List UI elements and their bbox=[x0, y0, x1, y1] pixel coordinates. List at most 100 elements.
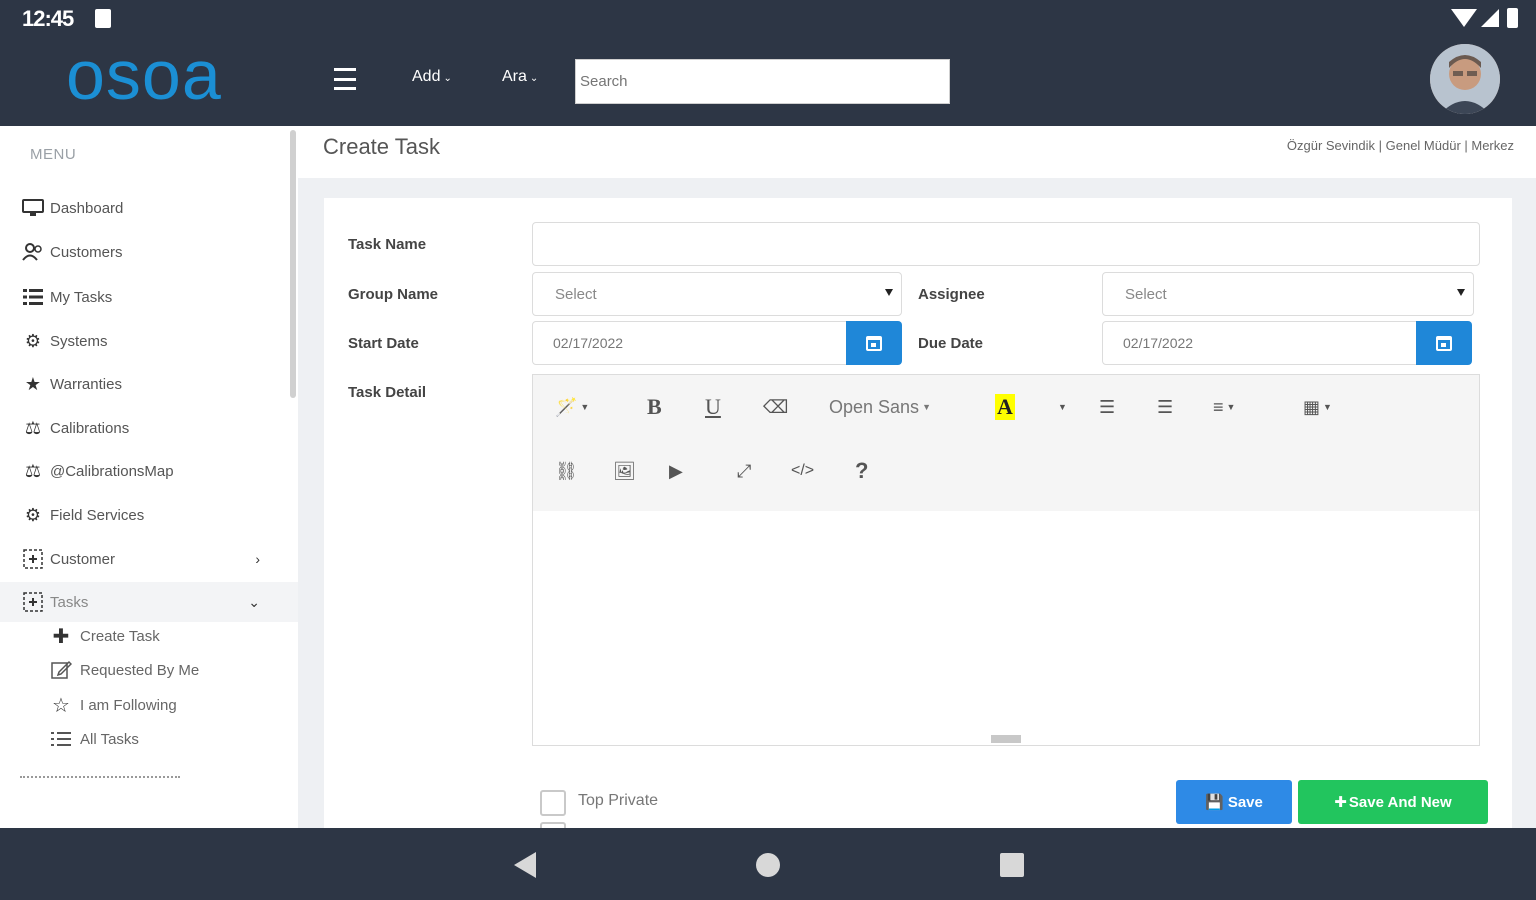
image-icon: 🖼 bbox=[613, 460, 636, 481]
sidebar-item-calibrations[interactable]: ⚖ Calibrations bbox=[0, 408, 298, 448]
due-date-input[interactable]: 02/17/2022 bbox=[1102, 321, 1418, 365]
user-avatar[interactable] bbox=[1430, 44, 1500, 114]
sidebar-item-systems[interactable]: ⚙ Systems bbox=[0, 321, 298, 361]
magic-wand-icon: 🪄 bbox=[555, 396, 578, 417]
sidebar-item-calibrations-map[interactable]: ⚖ @CalibrationsMap bbox=[0, 451, 298, 491]
eraser-icon: ⌫ bbox=[763, 396, 789, 417]
task-form-card: Task Name Group Name Select Assignee Sel… bbox=[324, 198, 1512, 828]
group-name-value: Select bbox=[555, 285, 597, 303]
user-info: Özgür Sevindik | Genel Müdür | Merkez bbox=[1286, 138, 1514, 153]
list-icon bbox=[48, 729, 74, 749]
plus-box-icon bbox=[20, 591, 46, 613]
page-title: Create Task bbox=[323, 134, 440, 159]
sidebar-subitem-following[interactable]: ☆ I am Following bbox=[48, 689, 177, 721]
sidebar-item-customer[interactable]: Customer › bbox=[0, 539, 298, 579]
align-left-icon: ≡ bbox=[1213, 396, 1224, 417]
numbered-list-icon: ☰ bbox=[1157, 396, 1174, 417]
text-color-button[interactable]: A bbox=[995, 391, 1015, 423]
top-private-checkbox[interactable] bbox=[540, 790, 566, 816]
app-logo[interactable]: osoa bbox=[66, 40, 222, 110]
scale-icon: ⚖ bbox=[24, 460, 42, 481]
code-view-button[interactable]: </> bbox=[791, 455, 814, 487]
start-date-calendar-button[interactable] bbox=[846, 321, 902, 365]
color-dropdown-button[interactable]: ▼ bbox=[1055, 391, 1067, 423]
sidebar-subitem-create-task[interactable]: ✚ Create Task bbox=[48, 620, 160, 652]
edit-icon bbox=[48, 659, 74, 681]
list-icon bbox=[20, 286, 46, 308]
bold-icon: B bbox=[647, 394, 662, 419]
sidebar-item-field-services[interactable]: ⚙ Field Services bbox=[0, 495, 298, 535]
sidebar-subitem-label: I am Following bbox=[80, 696, 177, 714]
image-button[interactable]: 🖼 bbox=[613, 455, 636, 487]
sidebar-item-warranties[interactable]: ★ Warranties bbox=[0, 364, 298, 404]
help-button[interactable]: ? bbox=[855, 455, 868, 487]
paragraph-align-dropdown[interactable]: ≡ ▼ bbox=[1213, 391, 1235, 423]
save-button[interactable]: 💾 Save bbox=[1176, 780, 1292, 824]
font-family-value: Open Sans bbox=[829, 396, 920, 417]
chevron-right-icon: › bbox=[255, 551, 260, 567]
code-icon: </> bbox=[791, 462, 815, 479]
caret-down-icon bbox=[1457, 289, 1465, 296]
plus-icon: ✚ bbox=[1334, 794, 1347, 811]
sidebar-subitem-label: Create Task bbox=[80, 627, 160, 645]
ara-dropdown[interactable]: Ara ⌄ bbox=[502, 68, 538, 86]
group-name-select[interactable]: Select bbox=[532, 272, 902, 316]
underline-button[interactable]: U bbox=[705, 391, 721, 423]
calendar-icon bbox=[1436, 335, 1452, 351]
sidebar-scrollbar[interactable] bbox=[290, 130, 296, 398]
sidebar-item-tasks[interactable]: Tasks ⌄ bbox=[0, 582, 298, 622]
text-color-icon: A bbox=[995, 394, 1015, 420]
video-button[interactable]: ▶ bbox=[669, 455, 683, 487]
android-nav-bar bbox=[0, 828, 1536, 900]
link-icon: ⛓ bbox=[555, 460, 578, 481]
sidebar-item-partial bbox=[20, 776, 180, 780]
font-family-dropdown[interactable]: Open Sans ▼ bbox=[829, 391, 931, 423]
sidebar-item-label: Customer bbox=[50, 550, 116, 568]
page-header: Create Task Özgür Sevindik | Genel Müdür… bbox=[298, 126, 1536, 178]
ara-dropdown-label: Ara bbox=[502, 68, 527, 85]
start-date-input[interactable]: 02/17/2022 bbox=[532, 321, 848, 365]
sidebar-item-dashboard[interactable]: Dashboard bbox=[0, 188, 298, 228]
assignee-value: Select bbox=[1125, 285, 1167, 303]
calendar-icon bbox=[866, 335, 882, 351]
assignee-select[interactable]: Select bbox=[1102, 272, 1474, 316]
top-bar: 12:45 osoa Add ⌄ Ara ⌄ bbox=[0, 0, 1536, 126]
sidebar-item-customers[interactable]: Customers bbox=[0, 232, 298, 272]
scale-icon: ⚖ bbox=[24, 417, 42, 438]
plus-box-icon bbox=[20, 548, 46, 570]
gear-icon: ⚙ bbox=[24, 330, 42, 351]
sidebar-subitem-all-tasks[interactable]: All Tasks bbox=[48, 723, 139, 755]
editor-content-area[interactable] bbox=[533, 511, 1479, 733]
clear-format-button[interactable]: ⌫ bbox=[763, 391, 788, 423]
back-icon[interactable] bbox=[514, 852, 536, 878]
editor-resize-handle[interactable] bbox=[991, 735, 1021, 743]
fullscreen-button[interactable]: ⤢ bbox=[737, 455, 751, 487]
due-date-calendar-button[interactable] bbox=[1416, 321, 1472, 365]
caret-down-icon bbox=[885, 289, 893, 296]
star-outline-icon: ☆ bbox=[52, 694, 70, 717]
sidebar-subitem-label: All Tasks bbox=[80, 730, 139, 748]
sidebar-item-my-tasks[interactable]: My Tasks bbox=[0, 277, 298, 317]
underline-icon: U bbox=[705, 394, 721, 419]
add-dropdown[interactable]: Add ⌄ bbox=[412, 68, 452, 86]
status-icons bbox=[1451, 8, 1518, 28]
recent-apps-icon[interactable] bbox=[1000, 853, 1024, 877]
ordered-list-button[interactable]: ☰ bbox=[1157, 391, 1173, 423]
sidebar-subitem-requested-by-me[interactable]: Requested By Me bbox=[48, 654, 199, 686]
monitor-icon bbox=[20, 197, 46, 219]
wifi-icon bbox=[1451, 9, 1477, 27]
task-name-input[interactable] bbox=[532, 222, 1480, 266]
chevron-down-icon: ⌄ bbox=[529, 73, 539, 84]
sidebar-subitem-label: Requested By Me bbox=[80, 661, 200, 679]
home-icon[interactable] bbox=[756, 853, 780, 877]
style-magic-button[interactable]: 🪄 ▼ bbox=[555, 391, 589, 423]
menu-toggle-icon[interactable] bbox=[334, 68, 356, 90]
table-dropdown[interactable]: ▦ ▼ bbox=[1303, 391, 1332, 423]
search-input[interactable] bbox=[575, 59, 950, 104]
bold-button[interactable]: B bbox=[647, 391, 662, 423]
link-button[interactable]: ⛓ bbox=[555, 455, 578, 487]
save-and-new-button[interactable]: ✚ Save And New bbox=[1298, 780, 1488, 824]
unordered-list-button[interactable]: ☰ bbox=[1099, 391, 1115, 423]
due-date-label: Due Date bbox=[918, 335, 984, 352]
gears-icon: ⚙ bbox=[24, 504, 42, 525]
